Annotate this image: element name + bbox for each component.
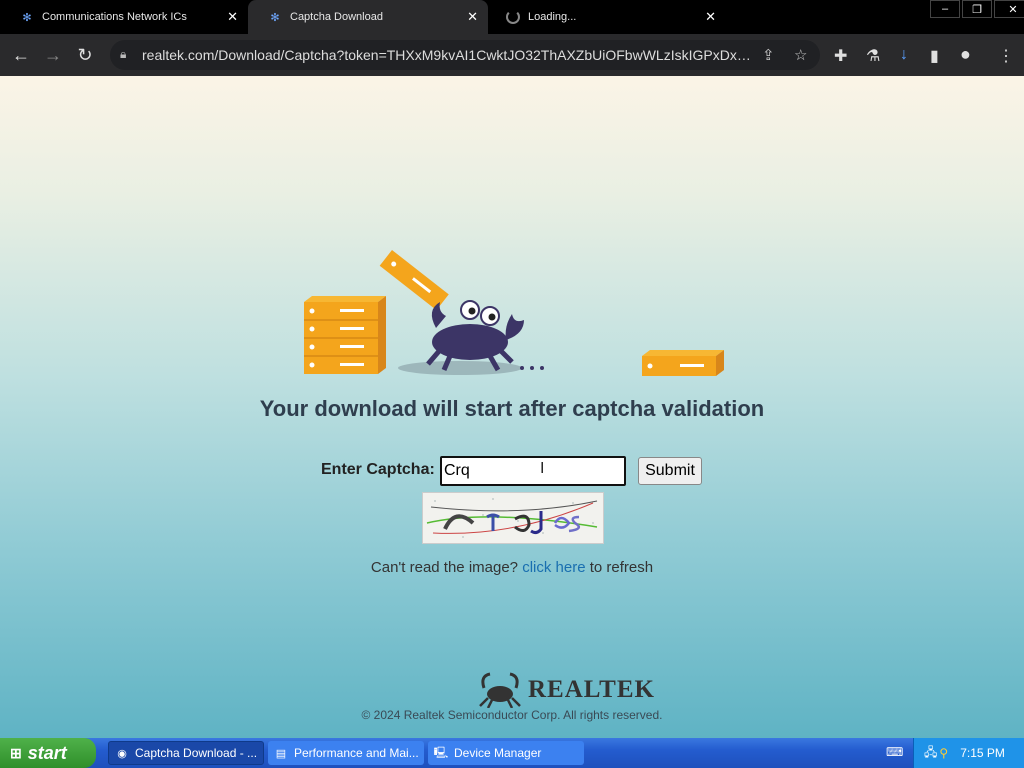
refresh-prefix: Can't read the image? [370,559,519,576]
keyboard-icon[interactable]: ⌨ [886,745,903,759]
bookmark-star-icon[interactable]: ☆ [794,46,807,64]
download-illustration [304,250,724,376]
tab-loading[interactable]: Loading... ✕ [488,0,726,34]
system-tray: 🖧︎ ⚲ 7:15 PM [913,738,1024,768]
page-content: Your download will start after captcha v… [0,76,1024,738]
device-manager-icon: 🖳︎ [433,746,449,759]
loading-spinner-icon [506,10,520,24]
refresh-suffix: to refresh [589,559,654,576]
taskbar-item-label: Performance and Mai... [294,746,419,760]
server-unit-icon [642,350,724,376]
share-icon[interactable]: ⇪ [762,46,775,64]
taskbar-item-performance[interactable]: ▤ Performance and Mai... [268,741,424,765]
start-label: start [27,742,67,763]
close-window-button[interactable]: ✕ [994,0,1024,18]
tab-title: Captcha Download [290,11,383,23]
side-panel-icon[interactable]: ▮ [930,46,939,66]
profile-avatar-icon[interactable]: ● [960,44,971,65]
chrome-icon: ◉ [117,747,127,760]
tab-title: Communications Network ICs [42,11,187,23]
copyright-text: © 2024 Realtek Semiconductor Corp. All r… [361,708,663,722]
realtek-favicon-icon: ✻ [270,11,280,24]
minimize-button[interactable]: – [930,0,960,18]
network-icon[interactable]: 🖧︎ [924,743,937,764]
text-cursor-icon: I [540,460,545,477]
tab-strip: ✻ Communications Network ICs ✕ ✻ Captcha… [0,0,1024,34]
taskbar-item-label: Captcha Download - ... [135,746,258,760]
tab-captcha-download[interactable]: ✻ Captcha Download ✕ [248,0,488,34]
labs-flask-icon[interactable]: ⚗ [866,46,880,66]
tab-close-icon[interactable]: ✕ [467,9,478,25]
submit-button[interactable]: Submit [638,457,702,485]
captcha-label: Enter Captcha: [321,461,435,478]
reload-button[interactable]: ↻ [74,44,96,66]
forward-button[interactable]: → [42,44,64,66]
window-controls: – ❐ ✕ [928,0,1024,18]
address-bar[interactable]: 🔒︎ realtek.com/Download/Captcha?token=TH… [110,40,820,70]
taskbar: ⊞ start ◉ Captcha Download - ... ▤ Perfo… [0,738,1024,768]
realtek-crab-logo-icon [479,672,521,708]
taskbar-item-label: Device Manager [454,746,542,760]
captcha-input[interactable] [440,456,626,486]
flying-server-icon [379,250,449,311]
realtek-wordmark: REALTEK [528,676,655,703]
refresh-hint: Can't read the image? click here to refr… [0,559,1024,576]
clock[interactable]: 7:15 PM [960,746,1005,760]
taskbar-item-device-manager[interactable]: 🖳︎ Device Manager [428,741,584,765]
control-panel-icon: ▤ [275,747,287,760]
taskbar-item-captcha-download[interactable]: ◉ Captcha Download - ... [108,741,264,765]
start-button[interactable]: ⊞ start [0,738,96,768]
windows-flag-icon: ⊞ [10,744,22,761]
realtek-logo: REALTEK [478,670,654,710]
search-icon[interactable]: ⚲ [939,746,948,760]
page-title: Your download will start after captcha v… [259,396,765,421]
tab-close-icon[interactable]: ✕ [705,9,716,25]
captcha-image [422,492,604,544]
tab-title: Loading... [528,11,577,23]
extensions-icon[interactable]: ✚ [834,46,847,66]
url-text[interactable]: realtek.com/Download/Captcha?token=THXxM… [142,47,762,63]
crab-mascot-icon [426,300,544,372]
lock-icon[interactable]: 🔒︎ [120,47,126,62]
realtek-favicon-icon: ✻ [22,11,32,24]
menu-kebab-icon[interactable]: ⋮ [998,46,1014,66]
back-button[interactable]: ← [10,44,32,66]
browser-toolbar: ← → ↻ 🔒︎ realtek.com/Download/Captcha?to… [0,34,1024,76]
refresh-captcha-link[interactable]: click here [522,559,585,576]
download-icon[interactable]: ↓ [900,46,908,64]
tab-close-icon[interactable]: ✕ [227,9,238,25]
tab-communications[interactable]: ✻ Communications Network ICs ✕ [0,0,248,34]
server-stack-icon [304,296,386,374]
shadow-shape [398,361,522,375]
restore-button[interactable]: ❐ [962,0,992,18]
